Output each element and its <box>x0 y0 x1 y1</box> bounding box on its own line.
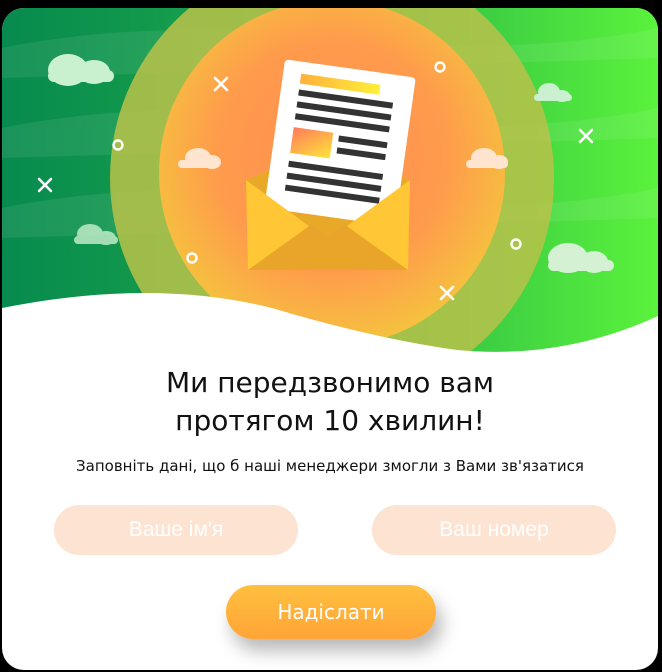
popup-title-line2: протягом 10 хвилин! <box>175 404 485 437</box>
name-input[interactable] <box>54 505 298 555</box>
popup-subtitle: Заповніть дані, що б наші менеджери змог… <box>76 457 584 475</box>
popup-title-line1: Ми передзвонимо вам <box>165 366 495 399</box>
callback-popup: Ми передзвонимо вам протягом 10 хвилин! … <box>2 8 658 670</box>
hero-graphic <box>2 8 658 368</box>
submit-button[interactable]: Надіслати <box>226 585 436 639</box>
phone-input[interactable] <box>372 505 616 555</box>
popup-title: Ми передзвонимо вам протягом 10 хвилин! <box>2 364 658 440</box>
hero-illustration <box>2 8 658 368</box>
